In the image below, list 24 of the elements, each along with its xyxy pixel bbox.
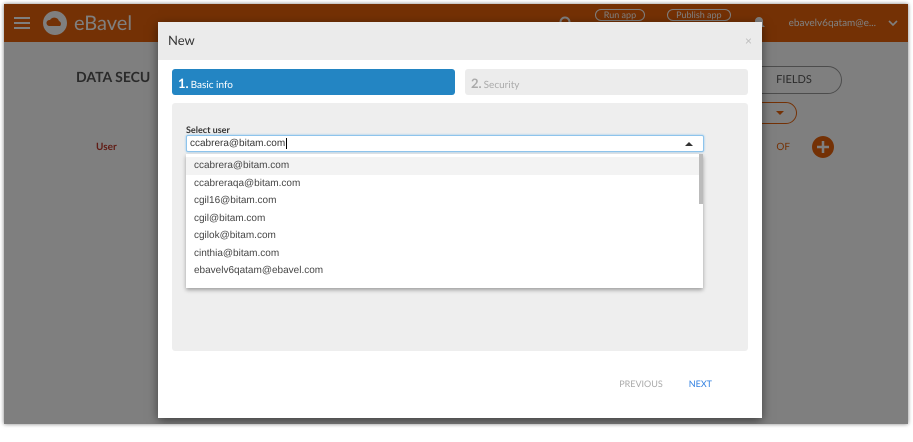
caret-icon — [685, 142, 693, 146]
chevron-down-icon[interactable] — [888, 20, 898, 26]
app-logo-text: eBavel — [74, 10, 132, 37]
dropdown-option[interactable]: ebavelv6qatam@ebavel.com — [186, 262, 703, 280]
field-label: Select user — [186, 123, 231, 135]
dropdown-option[interactable]: cgil16@bitam.com — [186, 192, 703, 210]
app-bar-button[interactable]: Publish app — [667, 9, 731, 21]
dropdown-option[interactable]: cinthia@bitam.com — [186, 244, 703, 262]
menu-icon[interactable] — [14, 17, 30, 29]
select-user-field[interactable]: ccabrera@bitam.com — [186, 135, 704, 152]
dialog-title: New — [168, 31, 195, 50]
cloud-logo-icon — [42, 10, 68, 36]
caret-icon — [776, 111, 784, 115]
column-header: OF — [776, 140, 790, 154]
step-tab[interactable]: 1.Basic info — [172, 69, 455, 95]
column-header: User — [96, 140, 117, 154]
dropdown-option[interactable]: cgilok@bitam.com — [186, 227, 703, 244]
app-bar-button[interactable]: Run app — [594, 9, 646, 21]
user-menu[interactable]: ebavelv6qatam@e... — [788, 16, 876, 30]
scrollbar-thumb[interactable] — [699, 154, 703, 204]
footer-button[interactable]: NEXT — [688, 377, 712, 390]
dropdown-option[interactable]: cgil@bitam.com — [186, 210, 703, 227]
add-icon[interactable] — [812, 136, 834, 158]
page-title: DATA SECU — [76, 67, 150, 87]
